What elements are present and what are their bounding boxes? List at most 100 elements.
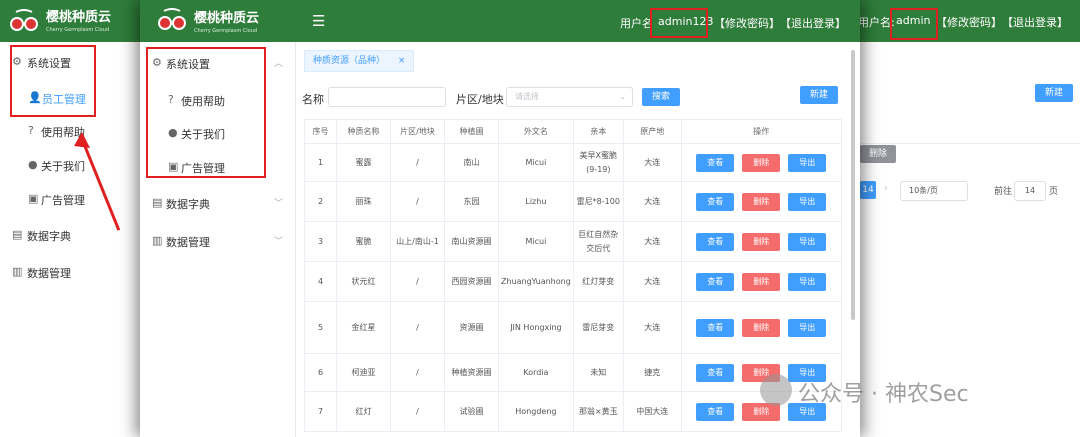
table-cell: 资源圃 bbox=[444, 301, 499, 354]
view-button[interactable]: 查看 bbox=[696, 318, 735, 337]
view-button[interactable]: 查看 bbox=[696, 153, 735, 172]
brand-name: 樱桃种质云 bbox=[194, 11, 260, 26]
user-label: 用户名 bbox=[620, 17, 653, 30]
chart-icon: ▥ bbox=[12, 265, 23, 278]
bg-new-button[interactable]: 新建 bbox=[1035, 84, 1073, 102]
table-row: 1 蜜露 / 南山 Micui 美早X蜜脆(9-19) 大连 查看 删除 导出 bbox=[304, 143, 842, 182]
table-cell: 未知 bbox=[572, 353, 624, 392]
table-cell: 中国大连 bbox=[622, 391, 682, 432]
export-button[interactable]: 导出 bbox=[788, 192, 827, 211]
sidebar-item-about[interactable]: 关于我们 bbox=[41, 158, 85, 174]
col-header: 种质名称 bbox=[336, 119, 391, 144]
export-button[interactable]: 导出 bbox=[788, 272, 827, 291]
delete-button[interactable]: 删除 bbox=[742, 318, 781, 337]
front-admin-window: 樱桃种质云 Cherry Germplasm Cloud ☰ 用户名 admin… bbox=[140, 0, 860, 437]
bg-page-size-select[interactable]: 10条/页 bbox=[900, 181, 968, 201]
table-cell: 大连 bbox=[622, 143, 682, 182]
row-actions: 查看 删除 导出 bbox=[680, 143, 842, 182]
delete-button[interactable]: 删除 bbox=[742, 192, 781, 211]
bg-current-page[interactable]: 14 bbox=[860, 181, 876, 199]
table-cell: 大连 bbox=[622, 221, 682, 262]
name-filter-input[interactable] bbox=[328, 87, 446, 107]
logout-link[interactable]: 【退出登录】 bbox=[780, 15, 846, 31]
table-row: 7 红灯 / 试验圃 Hongdeng 那翁×黄玉 中国大连 查看 删除 导出 bbox=[304, 391, 842, 432]
table-cell: 美早X蜜脆(9-19) bbox=[572, 143, 624, 182]
view-button[interactable]: 查看 bbox=[696, 272, 735, 291]
table-cell: 试验圃 bbox=[444, 391, 499, 432]
sidebar-data-management[interactable]: 数据管理 bbox=[166, 234, 210, 250]
table-cell: 大连 bbox=[622, 261, 682, 302]
next-page-icon[interactable]: › bbox=[884, 183, 888, 194]
tab-label: 种质资源（品种） bbox=[313, 56, 386, 66]
col-header: 亲本 bbox=[572, 119, 624, 144]
table-cell: 大连 bbox=[622, 181, 682, 222]
tab-germplasm[interactable]: 种质资源（品种） × bbox=[304, 50, 415, 72]
table-cell: 蜜脆 bbox=[336, 221, 391, 262]
view-button[interactable]: 查看 bbox=[696, 192, 735, 211]
bg-table-header bbox=[860, 118, 1080, 144]
logout-link[interactable]: 【退出登录】 bbox=[1002, 14, 1068, 30]
table-cell: 1 bbox=[304, 143, 337, 182]
brand-name: 樱桃种质云 bbox=[46, 10, 112, 25]
table-cell: 蜜露 bbox=[336, 143, 391, 182]
cherry-logo-icon bbox=[10, 9, 38, 31]
table-cell: ZhuangYuanhong bbox=[498, 261, 574, 302]
table-cell: 南山 bbox=[444, 143, 499, 182]
table-cell: 7 bbox=[304, 391, 337, 432]
col-header: 序号 bbox=[304, 119, 337, 144]
delete-button[interactable]: 删除 bbox=[742, 272, 781, 291]
change-password-link[interactable]: 【修改密码】 bbox=[714, 15, 780, 31]
vertical-scrollbar[interactable] bbox=[851, 50, 855, 320]
table-cell: 巨红自然杂交后代 bbox=[572, 221, 624, 262]
table-cell: 金红星 bbox=[336, 301, 391, 354]
table-cell: Hongdeng bbox=[498, 391, 574, 432]
menu-toggle-icon[interactable]: ☰ bbox=[312, 12, 325, 30]
table-cell: 雷尼芽变 bbox=[572, 301, 624, 354]
view-button[interactable]: 查看 bbox=[696, 363, 735, 382]
name-filter-label: 名称 bbox=[302, 93, 324, 106]
annotation-box-sidebar bbox=[146, 47, 266, 178]
region-filter-select[interactable]: 请选择 ⌄ bbox=[506, 87, 633, 107]
col-header: 外文名 bbox=[498, 119, 574, 144]
table-cell: 雷尼*8-100 bbox=[572, 181, 624, 222]
table-cell: 山上/南山-1 bbox=[390, 221, 445, 262]
table-cell: 柯迪亚 bbox=[336, 353, 391, 392]
change-password-link[interactable]: 【修改密码】 bbox=[936, 14, 1002, 30]
sidebar-data-management[interactable]: 数据管理 bbox=[27, 265, 71, 281]
col-header: 操作 bbox=[680, 119, 842, 144]
sidebar-item-ads[interactable]: 广告管理 bbox=[41, 192, 85, 208]
table-cell: 丽珠 bbox=[336, 181, 391, 222]
sidebar-data-dictionary[interactable]: 数据字典 bbox=[27, 228, 71, 244]
bg-page-suffix: 页 bbox=[1049, 187, 1059, 197]
new-button[interactable]: 新建 bbox=[800, 86, 838, 104]
chevron-down-icon: ﹀ bbox=[274, 237, 284, 247]
table-row: 5 金红星 / 资源圃 JIN Hongxing 雷尼芽变 大连 查看 删除 导出 bbox=[304, 301, 842, 354]
view-button[interactable]: 查看 bbox=[696, 232, 735, 251]
table-cell: JIN Hongxing bbox=[498, 301, 574, 354]
row-actions: 查看 删除 导出 bbox=[680, 221, 842, 262]
front-header: 樱桃种质云 Cherry Germplasm Cloud ☰ 用户名 admin… bbox=[140, 0, 860, 42]
export-button[interactable]: 导出 bbox=[788, 318, 827, 337]
watermark-text: 公众号 · 神农Sec bbox=[798, 382, 969, 407]
delete-button[interactable]: 删除 bbox=[742, 232, 781, 251]
table-cell: 种植资源圃 bbox=[444, 353, 499, 392]
table-cell: Kordia bbox=[498, 353, 574, 392]
close-icon[interactable]: × bbox=[398, 56, 406, 66]
annotation-arrow bbox=[80, 136, 121, 231]
cherry-logo-icon bbox=[158, 8, 186, 30]
help-icon: ? bbox=[28, 124, 34, 137]
delete-button[interactable]: 删除 bbox=[742, 153, 781, 172]
sidebar-data-dictionary[interactable]: 数据字典 bbox=[166, 196, 210, 212]
export-button[interactable]: 导出 bbox=[788, 232, 827, 251]
brand-subtitle: Cherry Germplasm Cloud bbox=[194, 28, 258, 34]
bg-goto-input[interactable]: 14 bbox=[1014, 181, 1046, 201]
bg-delete-button[interactable]: 删除 bbox=[860, 145, 896, 163]
col-header: 种植圃 bbox=[444, 119, 499, 144]
info-icon: ● bbox=[28, 158, 38, 171]
row-actions: 查看 删除 导出 bbox=[680, 181, 842, 222]
table-cell: / bbox=[390, 181, 445, 222]
search-button[interactable]: 搜索 bbox=[642, 88, 680, 106]
table-cell: 捷克 bbox=[622, 353, 682, 392]
view-button[interactable]: 查看 bbox=[696, 402, 735, 421]
export-button[interactable]: 导出 bbox=[788, 153, 827, 172]
